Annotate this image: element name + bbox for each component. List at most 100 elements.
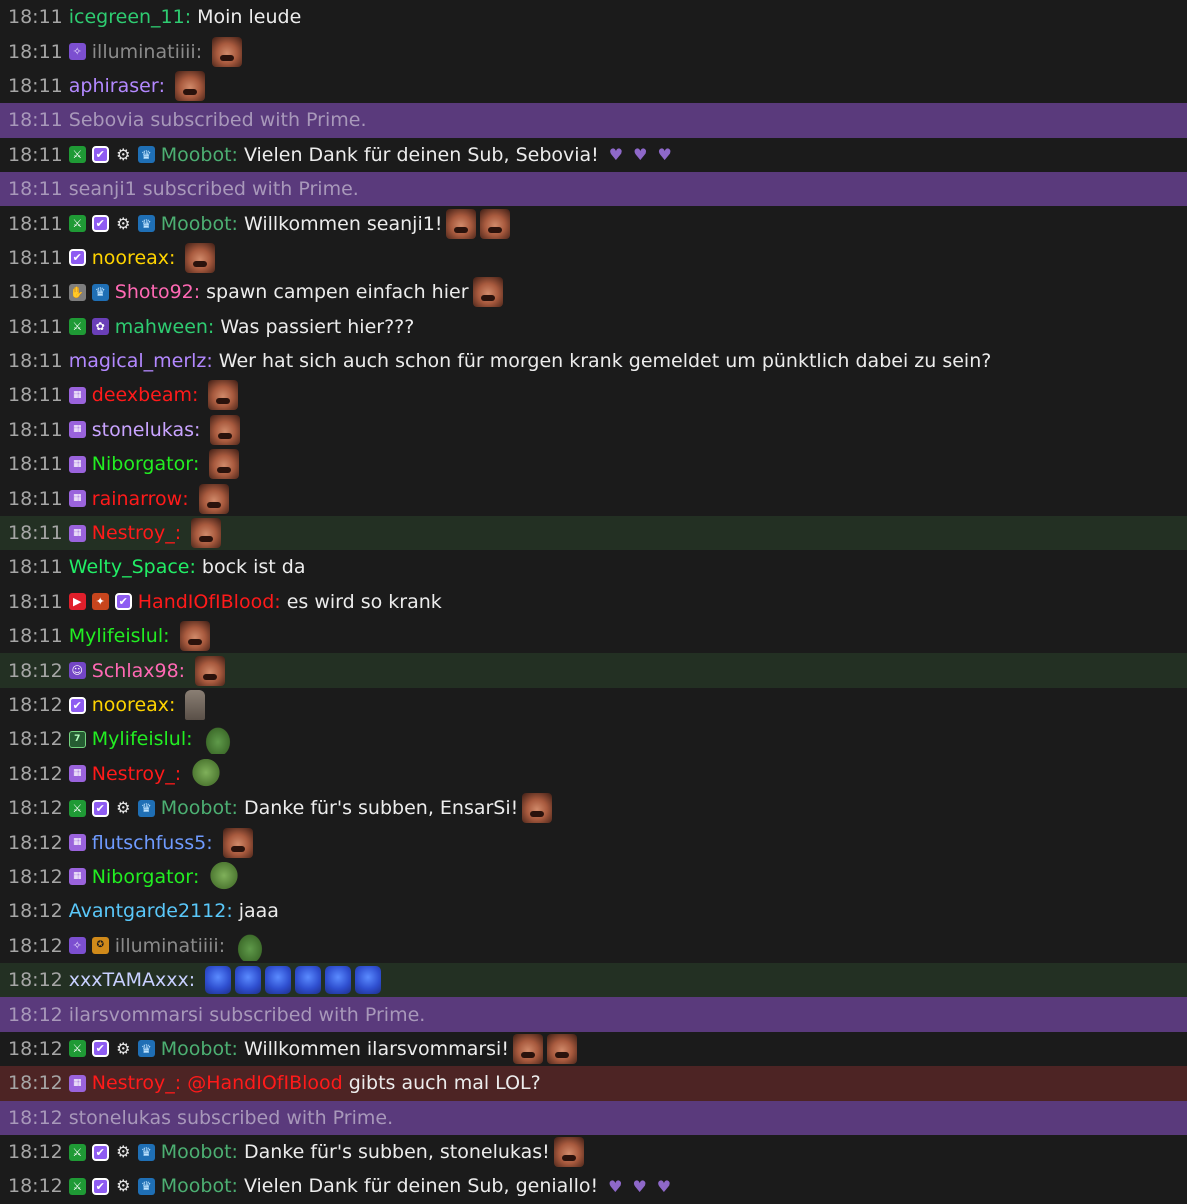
cat-emote-icon[interactable] [185,690,206,720]
subscriber-tier-badge-icon[interactable]: ▦ [68,455,86,473]
broadcaster-camera-icon[interactable]: ▶ [68,593,86,611]
crown-icon[interactable]: ♛ [137,215,155,233]
tulip-badge-icon[interactable]: ✿ [91,318,109,336]
moderator-sword-icon[interactable]: ⚔ [68,146,86,164]
verified-check-icon[interactable]: ✔ [91,1177,109,1195]
username[interactable]: xxxTAMAxxx [69,969,189,991]
frog-emote-icon[interactable] [191,758,222,789]
subscriber-tier-badge-icon[interactable]: ▦ [68,490,86,508]
crown-icon[interactable]: ♛ [137,799,155,817]
gold-badge-icon[interactable]: ✪ [91,937,109,955]
crown-icon[interactable]: ♛ [137,1177,155,1195]
subscriber-badge-icon[interactable]: ✧ [68,937,86,955]
username[interactable]: Mylifeislul [92,728,186,750]
username[interactable]: flutschfuss5 [92,832,206,854]
verified-check-icon[interactable]: ✔ [91,215,109,233]
face-emote-icon[interactable] [191,518,222,549]
username[interactable]: magical_merlz [69,350,207,372]
face-emote-icon[interactable] [472,277,503,308]
subscriber-tier-badge-icon[interactable]: ▦ [68,834,86,852]
heart-emote-icon[interactable]: ♥ [632,1177,646,1196]
username[interactable]: Mylifeislul [69,625,163,647]
subscriber-tier-badge-icon[interactable]: ▦ [68,386,86,404]
username[interactable]: Nestroy_ [92,522,175,544]
username[interactable]: icegreen_11 [69,6,185,28]
username[interactable]: HandIOfIBlood [138,591,275,613]
moderator-sword-icon[interactable]: ⚔ [68,1040,86,1058]
username[interactable]: Moobot [161,797,232,819]
peepo-emote-icon[interactable] [235,930,266,961]
verified-check-icon[interactable]: ✔ [68,249,86,267]
gear-icon[interactable]: ⚙ [115,1144,132,1161]
heart-emote-icon[interactable]: ♥ [608,1177,622,1196]
username[interactable]: Niborgator [92,866,193,888]
username[interactable]: Moobot [161,1175,232,1197]
blue-emote-icon[interactable] [355,966,382,995]
subscriber-tier-badge-icon[interactable]: ▦ [68,868,86,886]
username[interactable]: Moobot [161,213,232,235]
face-emote-icon[interactable] [198,483,229,514]
face-emote-icon[interactable] [209,449,240,480]
username[interactable]: Moobot [161,1141,232,1163]
heart-emote-icon[interactable]: ♥ [657,145,671,164]
verified-check-icon[interactable]: ✔ [91,799,109,817]
blue-emote-icon[interactable] [205,966,232,995]
verified-check-icon[interactable]: ✔ [68,696,86,714]
crown-icon[interactable]: ♛ [137,1143,155,1161]
username[interactable]: Welty_Space [69,556,190,578]
seven-tv-badge-icon[interactable]: 7 [68,730,86,748]
gear-icon[interactable]: ⚙ [115,215,132,232]
subscriber-tier-badge-icon[interactable]: ▦ [68,421,86,439]
username[interactable]: Moobot [161,1038,232,1060]
cake-badge-icon[interactable]: ☺ [68,662,86,680]
moderator-sword-icon[interactable]: ⚔ [68,1177,86,1195]
peepo-emote-icon[interactable] [202,724,233,755]
username[interactable]: illuminatiiii [92,41,196,63]
gear-icon[interactable]: ⚙ [115,146,132,163]
face-emote-icon[interactable] [175,70,206,101]
moderator-sword-icon[interactable]: ⚔ [68,318,86,336]
moderator-sword-icon[interactable]: ⚔ [68,215,86,233]
heart-emote-icon[interactable]: ♥ [657,1177,671,1196]
username[interactable]: Nestroy_ [92,1072,175,1094]
face-emote-icon[interactable] [212,36,243,67]
mention-link[interactable]: @HandIOfIBlood [187,1072,343,1094]
frog-emote-icon[interactable] [209,861,240,892]
verified-check-icon[interactable]: ✔ [91,1040,109,1058]
verified-check-icon[interactable]: ✔ [91,1143,109,1161]
gear-icon[interactable]: ⚙ [115,1178,132,1195]
username[interactable]: Niborgator [92,453,193,475]
username[interactable]: Shoto92 [115,281,194,303]
crown-icon[interactable]: ♛ [137,1040,155,1058]
subscriber-tier-badge-icon[interactable]: ▦ [68,765,86,783]
moderator-sword-icon[interactable]: ⚔ [68,799,86,817]
blue-emote-icon[interactable] [325,966,352,995]
blue-emote-icon[interactable] [235,966,262,995]
subscriber-badge-icon[interactable]: ✧ [68,43,86,61]
username[interactable]: Nestroy_ [92,763,175,785]
gear-icon[interactable]: ⚙ [115,800,132,817]
face-emote-icon[interactable] [553,1137,584,1168]
face-emote-icon[interactable] [185,242,216,273]
face-emote-icon[interactable] [446,208,477,239]
username[interactable]: stonelukas [92,419,194,441]
verified-check-icon[interactable]: ✔ [114,593,132,611]
face-emote-icon[interactable] [195,655,226,686]
username[interactable]: illuminatiiii [115,935,219,957]
face-emote-icon[interactable] [480,208,511,239]
fire-badge-icon[interactable]: ✦ [91,593,109,611]
gear-icon[interactable]: ⚙ [115,1040,132,1057]
username[interactable]: aphiraser [69,75,159,97]
verified-check-icon[interactable]: ✔ [91,146,109,164]
subscriber-tier-badge-icon[interactable]: ▦ [68,524,86,542]
blue-emote-icon[interactable] [265,966,292,995]
face-emote-icon[interactable] [222,827,253,858]
username[interactable]: nooreax [92,247,169,269]
hand-badge-icon[interactable]: ✋ [68,283,86,301]
blue-emote-icon[interactable] [295,966,322,995]
heart-emote-icon[interactable]: ♥ [633,145,647,164]
username[interactable]: Schlax98 [92,660,179,682]
username[interactable]: nooreax [92,694,169,716]
crown-icon[interactable]: ♛ [91,283,109,301]
face-emote-icon[interactable] [512,1033,543,1064]
